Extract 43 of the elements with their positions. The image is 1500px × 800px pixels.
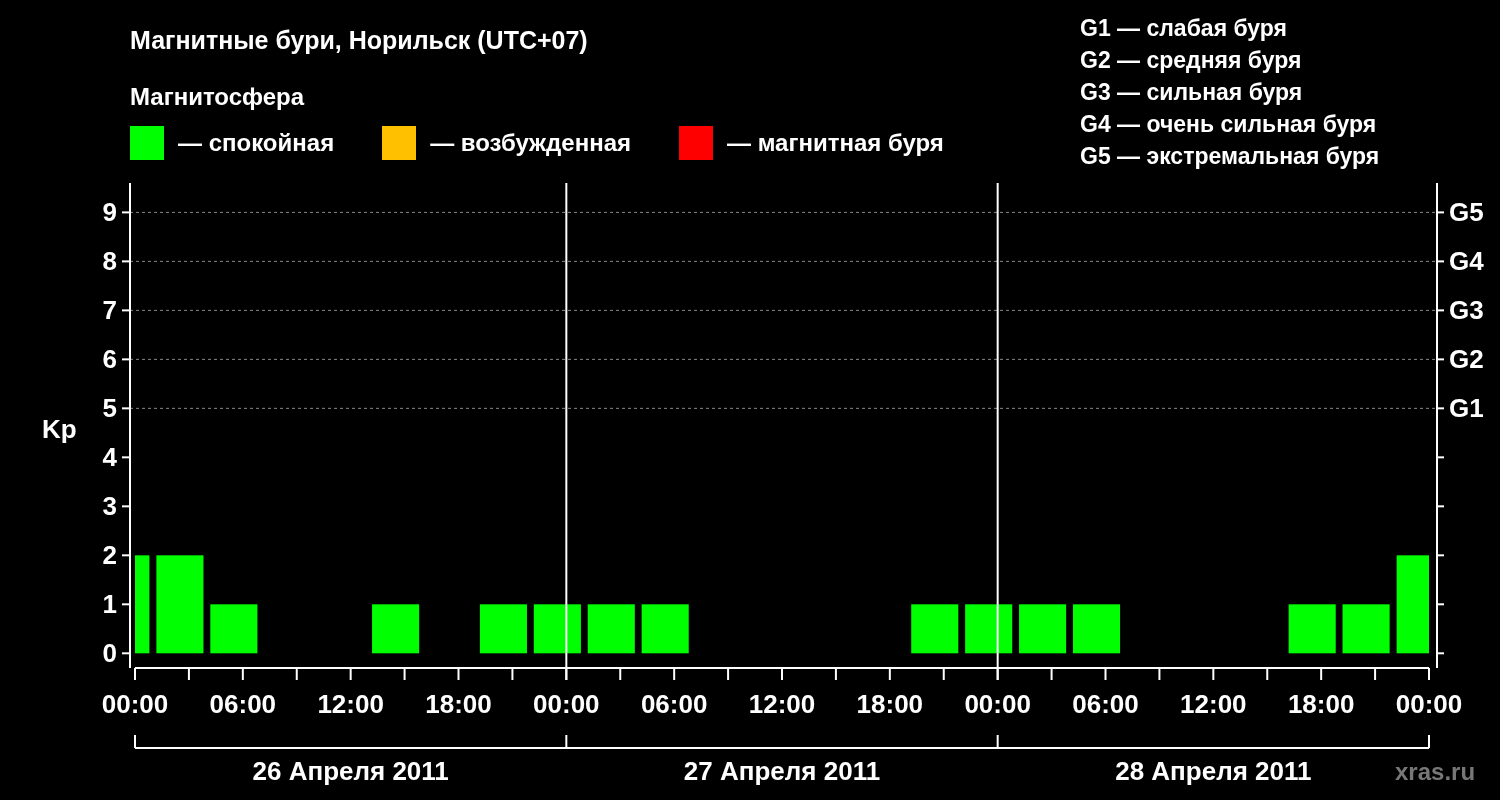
x-tick-label: 18:00	[1287, 689, 1355, 719]
storm-level-label: G5	[1449, 197, 1484, 228]
y-tick-label: 4	[102, 442, 117, 473]
x-tick-label: 00:00	[1395, 689, 1463, 719]
y-tick-label: 1	[102, 589, 117, 620]
legend-label: — спокойная	[178, 129, 335, 157]
legend-label: — магнитная буря	[727, 129, 944, 157]
legend-label: — возбужденная	[430, 129, 631, 157]
x-tick-label: 06:00	[1072, 689, 1139, 719]
legend-heading: Магнитосфера	[130, 82, 306, 112]
storm-level-label: G4	[1449, 246, 1484, 277]
x-tick-label: 12:00	[748, 689, 816, 719]
chart-title: Магнитные бури, Норильск (UTC+07)	[130, 25, 589, 56]
y-tick-label: 8	[102, 246, 117, 277]
x-tick-label: 18:00	[856, 689, 924, 719]
x-tick-label: 12:00	[317, 689, 384, 719]
x-tick-label: 06:00	[209, 689, 277, 719]
storm-level-label: G2	[1449, 344, 1484, 375]
x-tick-label: 06:00	[640, 689, 708, 719]
storm-scale-entry: G5 — экстремальная буря	[1080, 142, 1381, 171]
storm-scale-entry: G2 — средняя буря	[1080, 46, 1303, 75]
y-axis-label: Kp	[42, 413, 77, 444]
y-tick-label: 5	[102, 393, 117, 424]
storm-scale-entry: G1 — слабая буря	[1080, 14, 1289, 43]
y-tick-label: 9	[102, 197, 117, 228]
x-tick-label: 00:00	[101, 689, 169, 719]
date-label: 26 Апреля 2011	[252, 756, 449, 786]
date-label: 28 Апреля 2011	[1115, 756, 1312, 786]
y-tick-label: 3	[102, 491, 117, 522]
y-tick-label: 0	[102, 638, 117, 669]
site-credit: xras.ru	[1395, 758, 1476, 785]
storm-level-label: G1	[1449, 393, 1484, 424]
date-label: 27 Апреля 2011	[683, 756, 881, 786]
storm-scale-entry: G4 — очень сильная буря	[1080, 110, 1378, 139]
y-tick-label: 7	[102, 295, 117, 326]
x-tick-label: 12:00	[1180, 689, 1247, 719]
storm-level-label: G3	[1449, 295, 1484, 326]
x-tick-label: 00:00	[533, 689, 600, 719]
y-tick-label: 6	[102, 344, 117, 375]
x-tick-label: 18:00	[425, 689, 492, 719]
x-tick-label: 00:00	[964, 689, 1031, 719]
storm-scale-entry: G3 — сильная буря	[1080, 78, 1304, 107]
y-tick-label: 2	[102, 540, 117, 571]
